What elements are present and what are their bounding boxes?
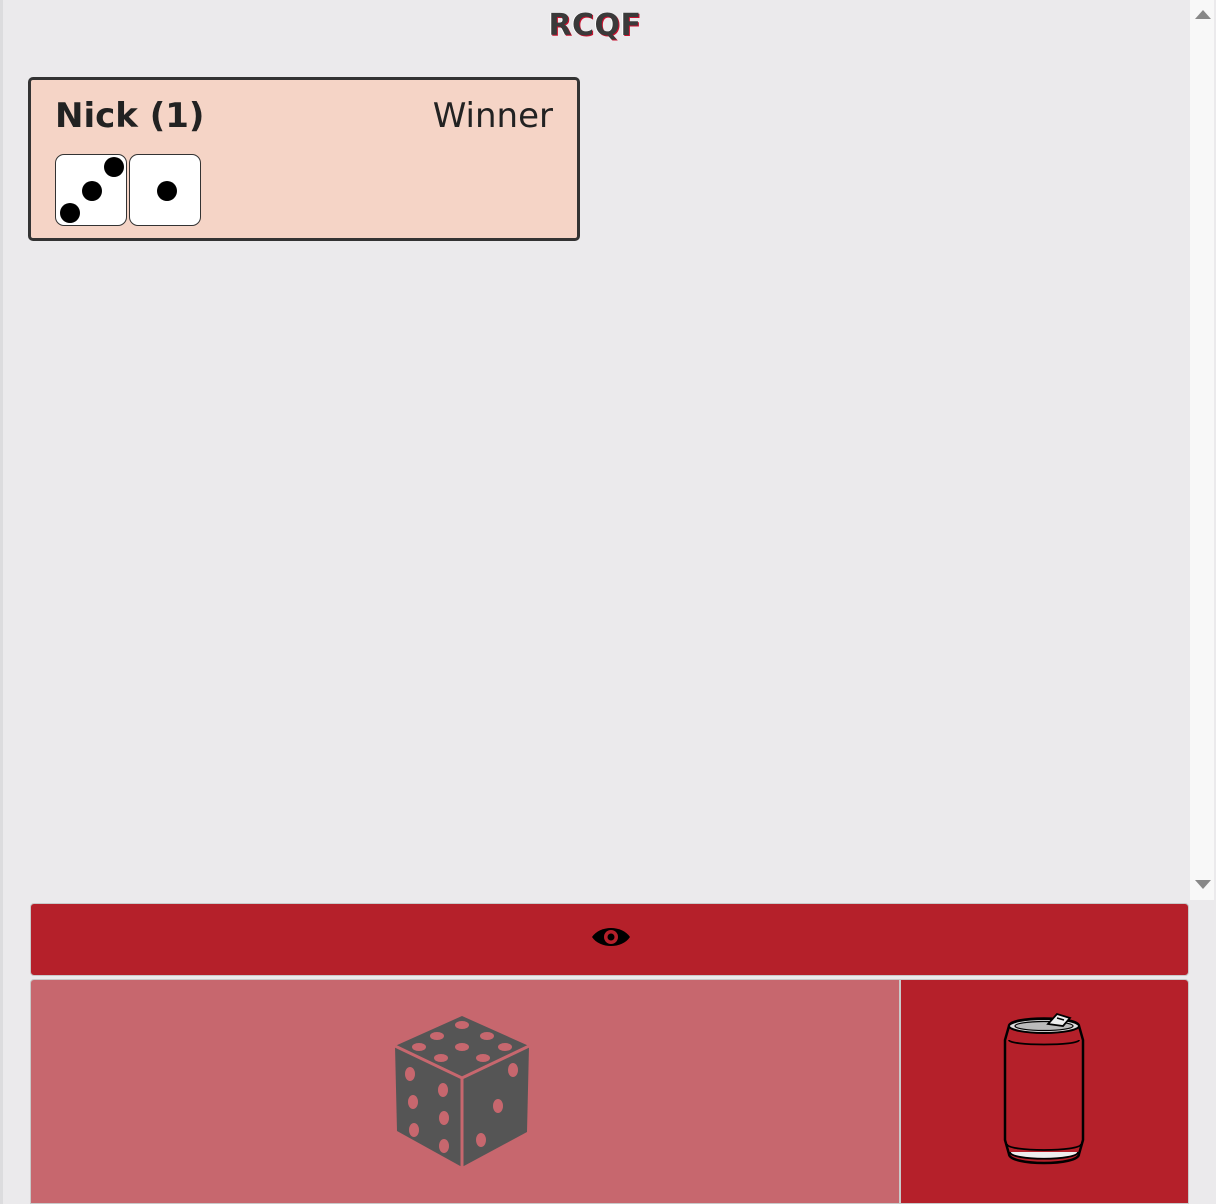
eye-icon bbox=[592, 928, 630, 946]
player-card: Nick (1) Winner bbox=[28, 77, 580, 241]
vertical-scrollbar[interactable] bbox=[1190, 0, 1214, 900]
scroll-up-arrow[interactable] bbox=[1194, 8, 1211, 20]
app-title: RCQF bbox=[548, 8, 642, 43]
scroll-down-arrow[interactable] bbox=[1194, 878, 1211, 890]
die-one bbox=[129, 154, 201, 226]
roll-dice-button[interactable] bbox=[30, 979, 900, 1204]
player-name: Nick (1) bbox=[55, 96, 205, 136]
soda-can-icon bbox=[1003, 1012, 1085, 1165]
dice-icon bbox=[394, 1016, 530, 1167]
reveal-button[interactable] bbox=[30, 903, 1189, 976]
die-three bbox=[55, 154, 127, 226]
drink-button[interactable] bbox=[900, 979, 1189, 1204]
player-dice bbox=[55, 154, 201, 226]
player-status: Winner bbox=[432, 96, 553, 136]
